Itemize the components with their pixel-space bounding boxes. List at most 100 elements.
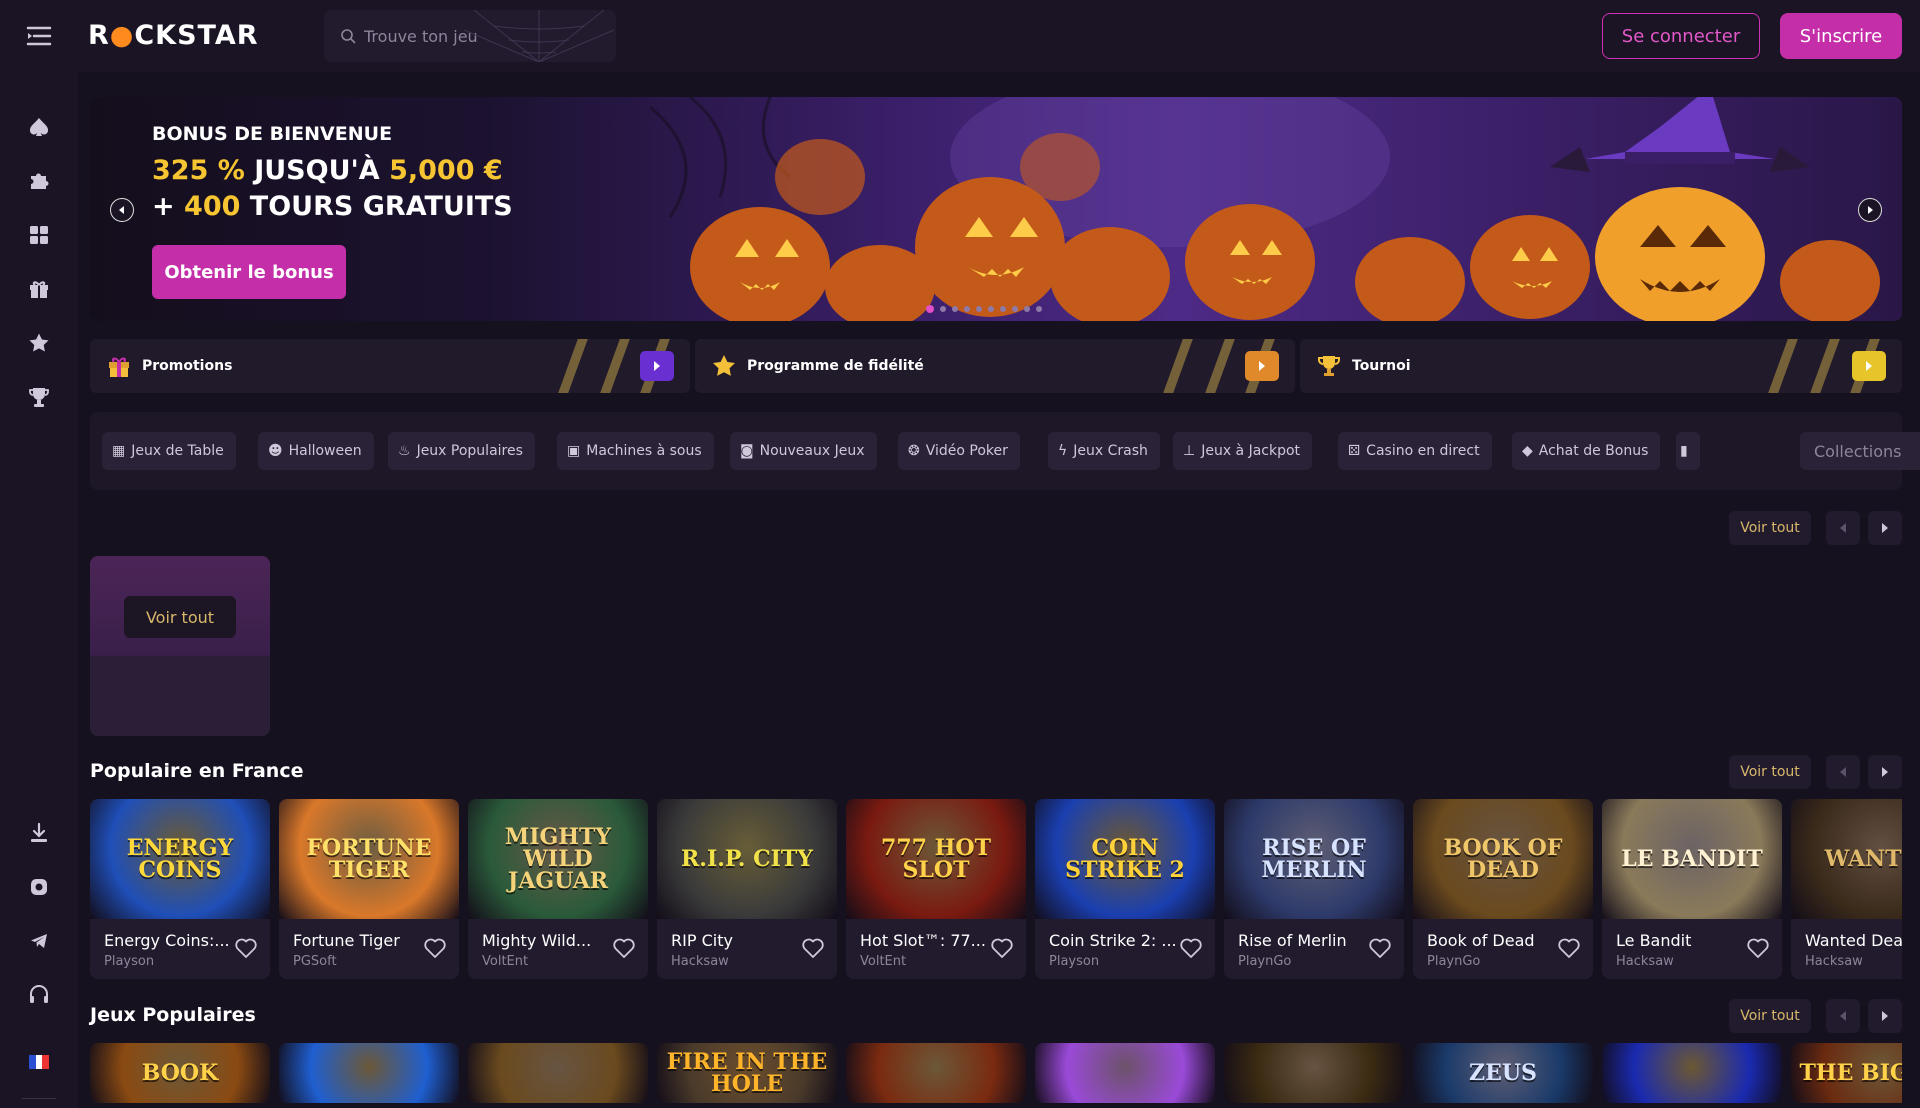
- heart-icon[interactable]: [1179, 937, 1203, 959]
- game-thumbnail[interactable]: ZEUS: [1413, 1043, 1593, 1103]
- category-video-poker[interactable]: ❂ Vidéo Poker: [898, 432, 1020, 470]
- grid-icon[interactable]: [24, 220, 54, 250]
- category-bonus-buy[interactable]: ◆ Achat de Bonus: [1512, 432, 1661, 470]
- carousel-dot[interactable]: [1024, 306, 1030, 312]
- promotions-arrow-icon[interactable]: [640, 351, 674, 381]
- popular-france-prev-arrow-icon[interactable]: [1826, 755, 1860, 789]
- game-card[interactable]: R.I.P. CITY RIP City Hacksaw: [657, 799, 837, 979]
- get-bonus-button[interactable]: Obtenir le bonus: [152, 245, 346, 299]
- heart-icon[interactable]: [1557, 937, 1581, 959]
- carousel-dot[interactable]: [940, 306, 946, 312]
- game-thumbnail[interactable]: [846, 1043, 1026, 1103]
- heart-icon[interactable]: [234, 937, 258, 959]
- game-card[interactable]: THE BIGGER: [1791, 1043, 1902, 1103]
- trophy-icon[interactable]: [24, 382, 54, 412]
- star-icon[interactable]: [24, 328, 54, 358]
- game-thumbnail[interactable]: BOOK: [90, 1043, 270, 1103]
- game-card[interactable]: [846, 1043, 1026, 1103]
- popular-games-prev-arrow-icon[interactable]: [1826, 999, 1860, 1033]
- carousel-dot[interactable]: [926, 305, 934, 313]
- game-card[interactable]: ENERGY COINS Energy Coins:... Playson: [90, 799, 270, 979]
- game-thumbnail[interactable]: [468, 1043, 648, 1103]
- download-icon[interactable]: [24, 818, 54, 848]
- game-card[interactable]: LE BANDIT Le Bandit Hacksaw: [1602, 799, 1782, 979]
- next-arrow-icon[interactable]: [1868, 511, 1902, 545]
- hero-next-arrow-icon[interactable]: [1858, 198, 1882, 222]
- hero-prev-arrow-icon[interactable]: [110, 198, 134, 222]
- heart-icon[interactable]: [990, 937, 1014, 959]
- view-all-card-button[interactable]: Voir tout: [124, 596, 236, 638]
- game-card[interactable]: 777 HOT SLOT Hot Slot™: 77... VoltEnt: [846, 799, 1026, 979]
- game-thumbnail[interactable]: THE BIGGER: [1791, 1043, 1902, 1103]
- telegram-icon[interactable]: [24, 926, 54, 956]
- puzzle-icon[interactable]: [24, 166, 54, 196]
- category-popular[interactable]: ♨ Jeux Populaires: [388, 432, 535, 470]
- game-thumbnail[interactable]: FIRE IN THE HOLE: [657, 1043, 837, 1103]
- category-crash[interactable]: ϟ Jeux Crash: [1048, 432, 1160, 470]
- carousel-dot[interactable]: [1012, 306, 1018, 312]
- game-card[interactable]: FIRE IN THE HOLE: [657, 1043, 837, 1103]
- carousel-dot[interactable]: [1036, 306, 1042, 312]
- popular-france-view-all-button[interactable]: Voir tout: [1729, 755, 1811, 789]
- menu-toggle-icon[interactable]: [26, 24, 54, 48]
- gift-icon[interactable]: [24, 274, 54, 304]
- carousel-dot[interactable]: [1000, 306, 1006, 312]
- prev-arrow-icon[interactable]: [1826, 511, 1860, 545]
- heart-icon[interactable]: [801, 937, 825, 959]
- heart-icon[interactable]: [1746, 937, 1770, 959]
- popular-games-next-arrow-icon[interactable]: [1868, 999, 1902, 1033]
- login-button[interactable]: Se connecter: [1602, 13, 1760, 59]
- game-card[interactable]: [1224, 1043, 1404, 1103]
- game-card[interactable]: ZEUS: [1413, 1043, 1593, 1103]
- heart-icon[interactable]: [1368, 937, 1392, 959]
- game-thumbnail[interactable]: BOOK OF DEAD: [1413, 799, 1593, 919]
- game-thumbnail[interactable]: RISE OF MERLIN: [1224, 799, 1404, 919]
- category-new-games[interactable]: ◙ Nouveaux Jeux: [730, 432, 877, 470]
- game-thumbnail[interactable]: [1035, 1043, 1215, 1103]
- game-thumbnail[interactable]: R.I.P. CITY: [657, 799, 837, 919]
- game-card[interactable]: WANTED Wanted Dead Hacksaw: [1791, 799, 1902, 979]
- game-card[interactable]: RISE OF MERLIN Rise of Merlin PlaynGo: [1224, 799, 1404, 979]
- game-thumbnail[interactable]: MIGHTY WILD JAGUAR: [468, 799, 648, 919]
- game-card[interactable]: COIN STRIKE 2 Coin Strike 2: ... Playson: [1035, 799, 1215, 979]
- loyalty-arrow-icon[interactable]: [1245, 351, 1279, 381]
- spade-icon[interactable]: [24, 112, 54, 142]
- game-thumbnail[interactable]: [1602, 1043, 1782, 1103]
- game-card[interactable]: [279, 1043, 459, 1103]
- game-card[interactable]: FORTUNE TIGER Fortune Tiger PGSoft: [279, 799, 459, 979]
- signup-button[interactable]: S'inscrire: [1780, 13, 1902, 59]
- view-all-card[interactable]: Voir tout: [90, 556, 270, 736]
- game-thumbnail[interactable]: FORTUNE TIGER: [279, 799, 459, 919]
- view-all-button[interactable]: Voir tout: [1729, 511, 1811, 545]
- game-thumbnail[interactable]: [279, 1043, 459, 1103]
- headset-icon[interactable]: [24, 980, 54, 1010]
- category-overflow-item[interactable]: ▮: [1676, 432, 1700, 470]
- heart-icon[interactable]: [423, 937, 447, 959]
- game-card[interactable]: BOOK OF DEAD Book of Dead PlaynGo: [1413, 799, 1593, 979]
- game-thumbnail[interactable]: COIN STRIKE 2: [1035, 799, 1215, 919]
- game-thumbnail[interactable]: 777 HOT SLOT: [846, 799, 1026, 919]
- game-thumbnail[interactable]: WANTED: [1791, 799, 1902, 919]
- category-live-casino[interactable]: ⚄ Casino en direct: [1338, 432, 1492, 470]
- game-card[interactable]: BOOK: [90, 1043, 270, 1103]
- category-jackpot[interactable]: ⊥ Jeux à Jackpot: [1173, 432, 1313, 470]
- category-halloween[interactable]: ☻ Halloween: [258, 432, 374, 470]
- tournament-arrow-icon[interactable]: [1852, 351, 1886, 381]
- game-thumbnail[interactable]: ENERGY COINS: [90, 799, 270, 919]
- rockstar-logo[interactable]: R●CKSTAR: [88, 18, 259, 54]
- category-table-games[interactable]: ▦ Jeux de Table: [102, 432, 236, 470]
- instagram-icon[interactable]: [24, 872, 54, 902]
- game-card[interactable]: [1602, 1043, 1782, 1103]
- collections-dropdown[interactable]: Collections: [1800, 432, 1920, 470]
- game-thumbnail[interactable]: [1224, 1043, 1404, 1103]
- france-flag-icon[interactable]: [24, 1047, 54, 1077]
- game-card[interactable]: [1035, 1043, 1215, 1103]
- carousel-dot[interactable]: [964, 306, 970, 312]
- carousel-dot[interactable]: [976, 306, 982, 312]
- category-slots[interactable]: ▣ Machines à sous: [557, 432, 714, 470]
- tournament-link[interactable]: Tournoi: [1300, 339, 1902, 393]
- carousel-dot[interactable]: [952, 306, 958, 312]
- search-bar[interactable]: [324, 10, 616, 62]
- carousel-dot[interactable]: [988, 306, 994, 312]
- heart-icon[interactable]: [612, 937, 636, 959]
